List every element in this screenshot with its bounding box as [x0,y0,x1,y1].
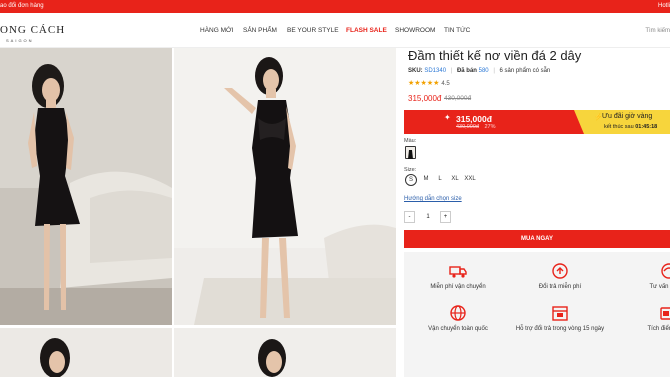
lightning-icon: ✦ [444,113,451,122]
color-swatch-black[interactable] [405,146,416,159]
product-video[interactable]: ◀ ▢ ⋮ [0,48,172,325]
quantity-stepper: - 1 + [404,211,452,223]
truck-icon [449,262,467,280]
size-option-xl[interactable]: XL [447,176,463,182]
service-loyalty: Tích điểm thành [614,304,670,333]
original-price: 430,000đ [444,95,472,102]
site-header: ONG CÁCH SAIGON HÀNG MỚI SẢN PHẨM BE YOU… [0,13,670,48]
services-panel: Miễn phí vận chuyển Đổi trả miễn phí Tư … [404,252,670,377]
sku-value: SD1340 [424,68,447,74]
search-input[interactable]: Tìm kiếm [645,28,670,34]
nav-item-flash-sale[interactable]: FLASH SALE [346,27,387,34]
product-meta: SKU: SD1340 | Đã bán 580 | 6 sản phẩm có… [408,68,550,74]
size-guide-link[interactable]: Hướng dẫn chọn size [404,196,462,202]
product-photo-main[interactable] [174,48,396,325]
meta-divider: | [493,68,495,74]
return-icon [551,262,569,280]
product-photo-thumb-4[interactable] [174,328,396,377]
golden-hour-title: Ưu đãi giờ vàng [602,113,653,120]
qty-decrease-button[interactable]: - [404,211,415,223]
support-24-7-icon [660,262,670,280]
nav-item-san-pham[interactable]: SẢN PHẨM [243,27,277,34]
rating-value: 4.5 [441,81,450,87]
nav-item-showroom[interactable]: SHOWROOM [395,27,435,34]
service-label: Miễn phí vận chuyển [430,284,486,290]
nav-item-be-your-style[interactable]: BE YOUR STYLE [287,27,339,34]
size-option-l[interactable]: L [432,176,448,182]
flash-old-price: 430,000đ [456,124,479,130]
vip-card-icon [660,304,670,322]
service-support: Tư vấn 24/7: 0 [614,262,670,291]
service-nationwide: Vận chuyển toàn quốc [403,304,513,333]
announcement-text: ao đổi đơn hàng [0,3,44,9]
nav-item-tin-tuc[interactable]: TIN TỨC [444,27,470,34]
buy-now-button[interactable]: MUA NGAY [404,230,670,248]
size-option-xxl[interactable]: XXL [462,176,478,182]
current-price: 315,000đ [408,94,442,103]
size-option-s[interactable]: S [405,174,417,186]
product-info-panel: Đầm thiết kế nơ viền đá 2 dây SKU: SD134… [404,48,670,377]
service-free-shipping: Miễn phí vận chuyển [403,262,513,291]
service-label: Hỗ trợ đổi trả trong vòng 15 ngày [515,326,605,332]
globe-icon [449,304,467,322]
flash-price: 315,000đ [456,114,492,124]
countdown-label: kết thúc sau [604,124,634,130]
hotline-text[interactable]: Hotli [658,3,670,9]
service-label: Đổi trả miễn phí [538,284,582,290]
countdown: kết thúc sau 01:45:18 [604,124,657,130]
product-title: Đầm thiết kế nơ viền đá 2 dây [408,48,582,63]
flash-discount: 27% [484,124,496,130]
qty-increase-button[interactable]: + [440,211,451,223]
flash-sale-box: ✦ 315,000đ 430,000đ 27% ⚡ Ưu đãi giờ vàn… [404,110,670,134]
sold-count: 580 [478,68,489,74]
sold-label: Đã bán [456,68,477,74]
service-label: Vận chuyển toàn quốc [428,326,488,332]
service-label: Tích điểm thành [647,326,670,332]
qty-input[interactable]: 1 [418,211,438,223]
product-photo-thumb-3[interactable] [0,328,172,377]
sku-label: SKU: [408,68,423,74]
color-label: Màu: [404,138,417,144]
service-free-return: Đổi trả miễn phí [505,262,615,291]
size-label: Size: [404,167,417,173]
brand-logo[interactable]: ONG CÁCH [0,24,65,36]
meta-divider: | [450,68,453,74]
flash-old-price-row: 430,000đ 27% [456,124,496,130]
stock-status: 6 sản phẩm có sẵn [499,68,551,74]
announcement-bar: ao đổi đơn hàng Hotli [0,0,670,13]
calendar-15-icon [551,304,569,322]
nav-item-hang-moi[interactable]: HÀNG MỚI [200,27,233,34]
brand-logo-sub: SAIGON [6,38,34,43]
star-icons: ★★★★★ [408,80,440,87]
service-label: Tư vấn 24/7: 0 [649,284,670,290]
countdown-timer: 01:45:18 [635,124,658,130]
rating[interactable]: ★★★★★ 4.5 [408,79,450,87]
service-15-day-return: Hỗ trợ đổi trả trong vòng 15 ngày [505,304,615,333]
